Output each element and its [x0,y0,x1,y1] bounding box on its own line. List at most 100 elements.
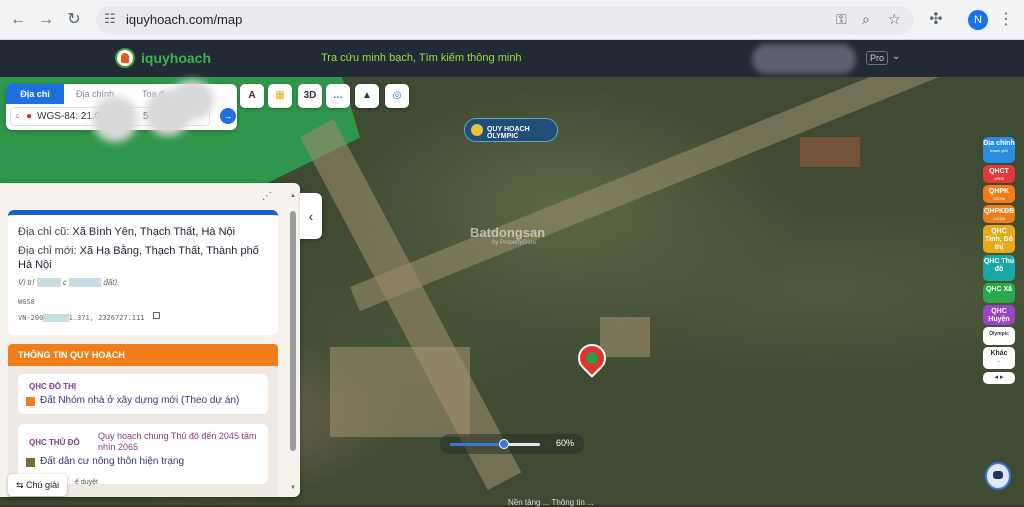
building [600,317,650,357]
planning-value: Đất Nhóm nhà ở xây dựng mới (Theo dự án) [40,395,240,406]
redaction-blur [170,80,214,120]
vn2000-coords: VN-200xxxxxx1.371, 2326727.111 [18,314,145,322]
wgs-coords: WGS8 [18,298,35,306]
layer-qhpk[interactable]: QHPK 1/2000 [983,185,1015,203]
legend-swatch [26,397,35,406]
pro-badge[interactable]: Pro [866,51,889,65]
legend-sub: ê duyệt [75,479,98,486]
layer-pager[interactable]: ◂ ▸ [983,372,1015,384]
user-menu[interactable] [752,44,856,74]
site-info-icon[interactable]: ☷ [104,11,116,27]
star-icon[interactable]: ☆ [888,11,901,28]
position-note-start: Vị trí [18,278,35,287]
reload-icon[interactable]: ↻ [62,8,86,32]
chatbot-icon[interactable] [985,462,1011,490]
url-text[interactable]: iquyhoach.com/map [126,12,242,27]
layer-label: Khác [990,350,1008,357]
layer-khac[interactable]: Khác ⌄ [983,347,1015,369]
vn2000-prefix: VN-200 [18,314,44,322]
bottom-note: Nền tảng ... Thông tin ... [508,498,594,507]
3d-button[interactable]: 3D [298,84,322,108]
watermark: Batdongsan [470,225,546,240]
opacity-slider[interactable]: 60% [440,434,584,454]
layer-sub: 1/2000 [992,216,1006,221]
legend-button[interactable]: ⇆ Chú giải [8,474,68,496]
tab-dia-chi[interactable]: Địa chỉ [6,84,64,104]
layer-sub: mạnh giới [990,148,1008,153]
layer-sub: 1/2000 [992,196,1006,201]
measure-button[interactable]: A [240,84,264,108]
planning-tag: QHC ĐÔ THỊ [29,382,77,391]
browser-toolbar: ← → ↻ ☷ iquyhoach.com/map ⚿ ⌕ ☆ ✣ N ⋮ [0,0,1024,40]
new-address-label: Địa chỉ mới: [18,245,77,257]
old-address-value: Xã Bình Yên, Thạch Thất, Hà Nội [72,226,236,238]
comment-button[interactable]: … [326,84,350,108]
layer-label: QHC Xã [985,286,1013,293]
layer-label: Olympic [989,331,1009,337]
address-bar[interactable]: ☷ iquyhoach.com/map ⚿ ⌕ ☆ [96,6,914,34]
pin-icon: ● [26,111,33,122]
layer-olympic[interactable]: Olympic [983,327,1015,345]
layer-label: Địa chính [983,140,1015,147]
scrollbar-thumb[interactable] [290,211,296,451]
search-submit-button[interactable]: → [220,108,236,124]
site-header: iquyhoach Tra cứu minh bạch, Tìm kiếm th… [0,40,1024,77]
legend-swatch [26,458,35,467]
building [800,137,860,167]
building [330,347,470,437]
collapse-panel-button[interactable]: ‹ [300,193,322,239]
layer-sub: 1/500 [993,176,1004,181]
back-icon[interactable]: ← [6,8,30,32]
watermark-sub: by PropertyGuru [492,240,537,246]
map-layers-button[interactable]: ▦ [268,84,292,108]
layer-label: QHCT [989,168,1009,175]
layer-qhc-tinh[interactable]: QHC Tỉnh, Đô thị [983,225,1015,253]
scroll-down-icon[interactable]: ▼ [290,485,296,491]
forward-icon[interactable]: → [34,8,58,32]
planning-tag: QHC THỦ ĐÔ [29,438,80,447]
search-input-value: WGS-84: 21.0 [37,111,101,122]
layer-dia-chinh[interactable]: Địa chính mạnh giới [983,137,1015,163]
layer-qhc-thu-do[interactable]: QHC Thủ đô [983,255,1015,281]
chevron-down-icon: ⌄ [997,358,1001,363]
layer-qhc-huyen[interactable]: QHC Huyện [983,305,1015,325]
slider-fill [450,443,504,446]
share-icon[interactable]: ⋰ [262,191,272,202]
scroll-up-icon[interactable]: ▲ [290,193,296,199]
planning-card[interactable]: QHC ĐÔ THỊ Đất Nhóm nhà ở xây dựng mới (… [18,374,268,414]
layer-label: QHPKĐB [983,208,1015,215]
extensions-icon[interactable]: ✣ [924,8,948,32]
planning-header[interactable]: THÔNG TIN QUY HOẠCH [8,344,278,366]
legend-icon: ⇆ [16,480,27,490]
vn2000-value: 1.371, 2326727.111 [68,314,145,322]
layer-label: QHPK [988,188,1010,195]
password-key-icon[interactable]: ⚿ [836,11,847,28]
opacity-value: 60% [556,438,575,448]
road [350,77,1009,312]
avatar[interactable]: N [968,10,988,30]
menu-icon[interactable]: ⋮ [994,8,1018,32]
logo-text[interactable]: iquyhoach [141,50,211,66]
tagline: Tra cứu minh bạch, Tìm kiếm thông minh [321,52,522,64]
compass-button[interactable]: ▲ [355,84,379,108]
new-address: Địa chỉ mới: Xã Hạ Bằng, Thạch Thất, Thà… [18,244,268,272]
olympic-badge[interactable]: QUY HOẠCH OLYMPIC [464,118,558,142]
slider-handle[interactable] [499,439,509,449]
layer-qhpkdb[interactable]: QHPKĐB 1/2000 [983,205,1015,223]
layer-qhct[interactable]: QHCT 1/500 [983,165,1015,183]
layer-label: QHC Huyện [988,308,1010,323]
legend-label: Chú giải [26,480,60,490]
locate-button[interactable]: ◎ [385,84,409,108]
position-note: Vị trí xxxxxx c xxxxxxxx đất). [18,278,120,287]
layer-label: QHC Tỉnh, Đô thị [985,228,1013,251]
old-address: Địa chỉ cũ: Xã Bình Yên, Thạch Thất, Hà … [18,225,235,239]
layer-qhc-xa[interactable]: QHC Xã [983,283,1015,303]
logo-icon[interactable] [115,48,135,68]
old-address-label: Địa chỉ cũ: [18,226,70,238]
olympic-badge-label: QUY HOẠCH OLYMPIC [487,126,530,140]
chevron-down-icon[interactable]: ⌄ [892,51,900,62]
planning-value: Đất dân cư nông thôn hiện trạng [40,456,185,467]
zoom-icon[interactable]: ⌕ [862,11,870,28]
layer-label: QHC Thủ đô [983,258,1015,273]
copy-icon[interactable] [153,312,160,319]
